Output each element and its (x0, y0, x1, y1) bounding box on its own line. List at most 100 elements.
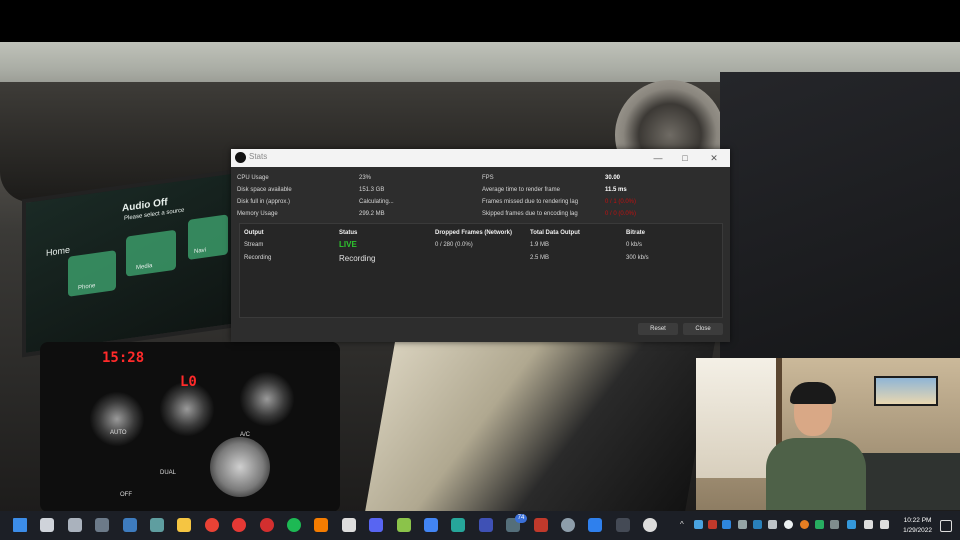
cube-icon[interactable] (451, 518, 466, 532)
header-bitrate: Bitrate (626, 230, 646, 236)
maximize-button[interactable]: □ (676, 151, 694, 165)
row-output: Recording (244, 255, 272, 261)
wall-picture (874, 376, 938, 406)
opera-gx-icon[interactable] (232, 518, 247, 532)
tray-app-icon[interactable] (800, 520, 809, 529)
frames-skipped-value: 0 / 0 (0.0%) (605, 211, 637, 217)
memory-usage-value: 299.2 MB (359, 211, 385, 217)
task-view-icon[interactable] (67, 518, 82, 532)
row-output: Stream (244, 242, 264, 248)
streamer (766, 378, 876, 510)
fps-value: 30.00 (605, 175, 621, 181)
tray-app-icon[interactable] (768, 520, 777, 529)
opera-icon[interactable] (259, 518, 274, 532)
settings-icon[interactable] (95, 518, 110, 532)
header-status: Status (339, 230, 358, 236)
discord-icon[interactable] (369, 518, 384, 532)
browser-icon[interactable] (478, 518, 493, 532)
close-window-button[interactable]: ✕ (705, 151, 723, 165)
row-bitrate: 300 kb/s (626, 255, 649, 261)
volume-icon[interactable] (880, 520, 889, 529)
disk-space-label: Disk space available (237, 187, 292, 193)
row-total: 2.5 MB (530, 255, 550, 261)
auto-label: AUTO (110, 430, 127, 436)
phone-tile (68, 250, 116, 297)
shield-icon[interactable] (424, 518, 438, 532)
climate-control-panel: 15:28 L0 AUTO A/C DUAL OFF (40, 342, 340, 512)
header-output: Output (244, 230, 264, 236)
fan-knob (160, 382, 214, 436)
window-title: Stats (249, 152, 268, 161)
disk-full-value: Calculating... (359, 199, 394, 205)
globe-icon[interactable] (561, 518, 575, 532)
disk-full-label: Disk full in (approx.) (237, 199, 291, 205)
tray-app-icon[interactable] (694, 520, 703, 529)
wifi-icon[interactable] (864, 520, 873, 529)
windows-start-icon[interactable] (13, 518, 27, 532)
clock-time: 10:22 PM (903, 517, 932, 524)
streamer-cap (790, 382, 836, 404)
screen-home-label: Home (46, 244, 71, 258)
close-button[interactable]: Close (683, 323, 723, 335)
virtualbox-icon[interactable] (588, 518, 603, 532)
chrome-icon[interactable] (204, 518, 219, 532)
obs-icon (235, 152, 246, 163)
temperature-knob-left (90, 392, 144, 446)
remote-desktop-icon[interactable] (150, 518, 164, 532)
frames-missed-label: Frames missed due to rendering lag (482, 199, 579, 205)
stats-titlebar[interactable]: Stats — □ ✕ (231, 149, 730, 167)
file-explorer-icon[interactable] (177, 518, 192, 532)
spotify-icon[interactable] (287, 518, 301, 532)
fan-readout: L0 (180, 374, 197, 390)
app-stack-icon[interactable] (396, 518, 411, 532)
fps-label: FPS (482, 175, 494, 181)
render-time-label: Average time to render frame (482, 187, 560, 193)
media-tile (126, 229, 176, 277)
store-icon[interactable] (533, 518, 548, 532)
streamer-shirt (766, 438, 866, 510)
render-time-value: 11.5 ms (605, 187, 627, 193)
stats-dialog: Stats — □ ✕ CPU Usage 23% Disk space ava… (231, 149, 730, 342)
notification-badge: 74 (515, 514, 527, 523)
temperature-knob-right (240, 372, 294, 426)
taskbar: 74 ^ 10:22 PM 1/29/2022 (0, 511, 960, 540)
dual-label: DUAL (160, 470, 177, 476)
photos-icon[interactable] (122, 518, 137, 532)
door-panel (720, 72, 960, 402)
header-total-data: Total Data Output (530, 230, 580, 236)
memory-usage-label: Memory Usage (237, 211, 278, 217)
row-dropped: 0 / 280 (0.0%) (435, 242, 473, 248)
tray-app-icon[interactable] (738, 520, 747, 529)
letterbox-top (0, 0, 960, 42)
system-clock[interactable]: 10:22 PM 1/29/2022 (903, 516, 932, 536)
header-dropped-frames: Dropped Frames (Network) (435, 230, 513, 236)
webcam-overlay (696, 358, 960, 510)
vlc-icon[interactable] (314, 518, 329, 532)
tray-app-icon[interactable] (847, 520, 856, 529)
obs-icon[interactable] (643, 518, 658, 532)
infotainment-screen: Audio Off Please select a source Home Ph… (22, 168, 240, 358)
cpu-usage-value: 23% (359, 175, 372, 181)
clock-date: 1/29/2022 (903, 527, 932, 534)
row-total: 1.9 MB (530, 242, 550, 248)
clock-readout: 15:28 (102, 350, 145, 366)
off-label: OFF (120, 492, 132, 498)
notification-center-icon[interactable] (940, 520, 952, 532)
microphone-icon[interactable] (830, 520, 839, 529)
tray-app-icon[interactable] (708, 520, 717, 529)
chevron-up-icon[interactable]: ^ (680, 520, 689, 529)
search-icon[interactable] (40, 518, 55, 532)
reset-button[interactable]: Reset (638, 323, 678, 335)
minimize-button[interactable]: — (649, 151, 667, 165)
frames-missed-value: 0 / 1 (0.0%) (605, 199, 637, 205)
frames-skipped-label: Skipped frames due to encoding lag (482, 211, 578, 217)
onedrive-icon[interactable] (784, 520, 793, 529)
status-badge: Recording (339, 254, 376, 263)
tray-app-icon[interactable] (815, 520, 824, 529)
floor-mat (365, 342, 715, 512)
outputs-table: Output Status Dropped Frames (Network) T… (239, 223, 723, 318)
terminal-icon[interactable] (615, 518, 630, 532)
dots-app-icon[interactable] (341, 518, 356, 532)
bluetooth-icon[interactable] (753, 520, 762, 529)
tray-app-icon[interactable] (722, 520, 731, 529)
